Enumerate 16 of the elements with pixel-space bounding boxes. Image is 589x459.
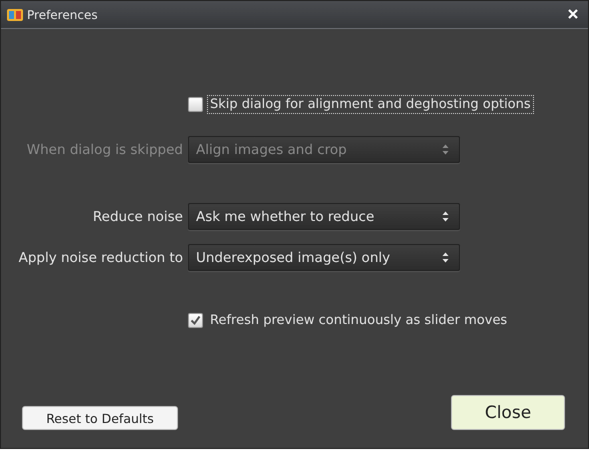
reset-button[interactable]: Reset to Defaults [22,406,178,430]
field-label: When dialog is skipped [26,142,183,158]
updown-arrows-icon [442,211,449,222]
checkbox[interactable] [188,313,203,328]
window-title: Preferences [27,8,99,22]
field-label: Apply noise reduction to [18,250,183,266]
checkbox[interactable] [188,97,203,112]
field-label: Reduce noise [92,208,183,224]
dropdown[interactable]: Ask me whether to reduce [188,203,460,230]
checkbox-label[interactable]: Skip dialog for alignment and deghosting options [207,95,534,114]
app-icon [7,8,23,22]
updown-arrows-icon [442,144,449,155]
updown-arrows-icon [442,252,449,263]
dropdown[interactable]: Underexposed image(s) only [188,244,460,271]
checkbox-label[interactable]: Refresh preview continuously as slider moves [207,311,510,330]
close-button[interactable]: Close [451,395,565,430]
